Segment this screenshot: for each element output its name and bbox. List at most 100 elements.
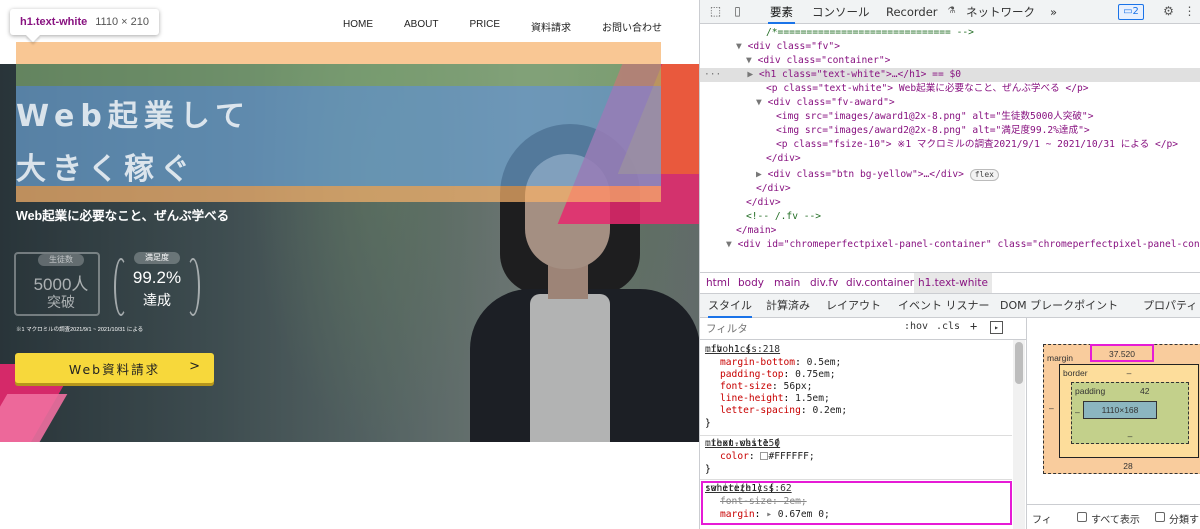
margin-label: margin [1047,353,1073,363]
crumb-main[interactable]: main [774,273,800,293]
rule-source-link[interactable]: mihon.css:218 [705,344,1008,356]
group-checkbox[interactable] [1155,512,1165,522]
dom-node-p[interactable]: <p class="text-white"> Web起業に必要なこと、ぜんぶ学べ… [766,82,1089,96]
gear-icon[interactable]: ⚙ [1161,4,1176,19]
tab-elements[interactable]: 要素 [768,0,795,24]
crumb-body[interactable]: body [738,273,764,293]
tab-styles[interactable]: スタイル [708,294,752,318]
styles-scrollbar[interactable] [1013,340,1025,529]
dom-tree[interactable]: /*============================== --> ▼ <… [700,24,1200,272]
hover-state-button[interactable]: :hov [904,321,928,332]
declaration[interactable]: color: #FFFFFF; [720,451,815,463]
declaration[interactable]: font-size: 56px; [720,381,812,393]
tab-layout[interactable]: レイアウト [826,294,881,318]
crumb-h1-text-white[interactable]: h1.text-white [914,273,992,293]
highlight-box-margin-top [1090,344,1154,362]
award-footnote: ※1 マクロミルの調査2021/9/1 ~ 2021/10/31 による [16,327,144,333]
nav-about-link[interactable]: ABOUT [404,19,438,34]
award-students: 生徒数 5000人 突破 [14,252,100,316]
messages-badge[interactable]: ▭2 [1118,4,1144,20]
dom-node-fsize[interactable]: <p class="fsize-10"> ※1 マクロミルの調査2021/9/1… [776,138,1178,152]
page-preview: HOME ABOUT PRICE 資料請求 お問い合わせ Web起業して 大きく… [0,0,699,529]
new-rule-button[interactable]: + [970,319,977,333]
show-all-checkbox[interactable] [1077,512,1087,522]
tab-recorder[interactable]: Recorder [886,0,938,24]
nav-price-link[interactable]: PRICE [469,19,500,34]
dom-node-btn[interactable]: ▶ <div class="btn bg-yellow">…</div> fle… [756,168,999,182]
award-caption: 突破 [47,294,75,310]
style-rule[interactable]: .fv h1 { mihon.css:218 margin-bottom: 0.… [700,340,1012,436]
style-rule[interactable]: .text-white { mihon.css:150 color: #FFFF… [700,436,1012,480]
dom-node-close-main[interactable]: </main> [736,224,776,238]
padding-label: padding [1075,386,1106,396]
hero-subtitle: Web起業に必要なこと、ぜんぶ学べる [16,209,230,223]
crumb-html[interactable]: html [706,273,730,293]
tab-event-listeners[interactable]: イベント リスナー [898,294,990,318]
highlight-padding [16,64,661,86]
box-model-pane: margin – 28 border – padding 42 – – 1110… [1026,318,1200,529]
declaration[interactable]: margin-bottom: 0.5em; [720,357,841,369]
computed-filter-row: フィ すべて表示 分類す [1027,504,1200,529]
nav-document-link[interactable]: 資料請求 [531,19,571,34]
rule-close-brace: } [705,464,711,475]
dom-node-h1-selected[interactable]: ··· ▶ <h1 class="text-white">…</h1> == $0 [700,68,1200,82]
dom-node-fv[interactable]: ▼ <div class="fv"> [736,40,840,54]
dom-node-img2[interactable]: <img src="images/award2@2x-8.png" alt="満… [776,124,1090,138]
flask-icon: ⚗ [947,6,956,16]
crumb-div-fv[interactable]: div.fv [810,273,838,293]
award-value: 99.2% [132,268,182,287]
inspect-element-icon[interactable]: ⬚ [708,4,723,19]
dom-node-img1[interactable]: <img src="images/award1@2x-8.png" alt="生… [776,110,1093,124]
award-caption: 達成 [143,292,171,308]
highlight-box-where-h1 [701,481,1012,525]
nav-home-link[interactable]: HOME [343,19,373,34]
tab-network[interactable]: ネットワーク [966,0,1035,24]
award-satisfaction: 満足度 99.2% 達成 [112,252,202,318]
more-options-icon[interactable]: ⋮ [1182,4,1197,19]
flex-badge[interactable]: flex [969,169,999,181]
tab-dom-breakpoints[interactable]: DOM ブレークポイント [1000,294,1118,318]
hero-title: Web起業して 大きく稼ぐ [16,90,251,196]
declaration[interactable]: letter-spacing: 0.2em; [720,405,847,417]
box-model-content[interactable]: 1110×168 [1083,401,1157,419]
margin-bottom-value: 28 [1123,461,1133,471]
rule-source-link[interactable]: mihon.css:150 [705,438,1008,450]
class-toggle-button[interactable]: .cls [936,321,960,332]
padding-top-value: 42 [1140,386,1150,396]
site-nav: HOME ABOUT PRICE 資料請求 お問い合わせ [312,19,662,34]
nav-contact-link[interactable]: お問い合わせ [602,19,662,34]
dom-node-container[interactable]: ▼ <div class="container"> [746,54,890,68]
styles-filter-input[interactable] [706,321,886,337]
hero-title-line-1: Web起業して [16,99,251,134]
tab-computed[interactable]: 計算済み [766,294,810,318]
cta-label: Web資料請求 [68,361,161,377]
highlight-margin-top [16,42,661,64]
declaration[interactable]: line-height: 1.5em; [720,393,830,405]
tab-properties[interactable]: プロパティ [1143,294,1197,318]
rule-close-brace: } [705,418,711,429]
more-tabs-button[interactable]: » [1050,0,1057,24]
toggle-sidebar-icon[interactable]: ▸ [990,321,1003,334]
declaration[interactable]: padding-top: 0.75em; [720,369,836,381]
web-document-request-button[interactable]: Web資料請求 > [15,353,214,383]
award-label: 満足度 [134,252,180,264]
dom-node-close-div[interactable]: </div> [766,152,801,166]
device-toolbar-icon[interactable]: ▯ [730,4,745,19]
show-all-label: すべて表示 [1091,515,1140,526]
computed-filter-input[interactable]: フィ [1032,511,1052,526]
dom-node-comment[interactable]: /*============================== --> [766,26,974,40]
award-label: 生徒数 [38,254,84,266]
hero-title-line-2: 大きく稼ぐ [16,152,196,187]
devtools-toolbar: ⬚ ▯ 要素 コンソール Recorder ⚗ ネットワーク » ▭2 ⚙ ⋮ [700,0,1200,24]
devtools-panel: ⬚ ▯ 要素 コンソール Recorder ⚗ ネットワーク » ▭2 ⚙ ⋮ … [699,0,1200,529]
group-label: 分類す [1169,515,1199,526]
dom-node-fv-award[interactable]: ▼ <div class="fv-award"> [756,96,895,110]
crumb-div-container[interactable]: div.container [846,273,914,293]
styles-subtabs: スタイル 計算済み レイアウト イベント リスナー DOM ブレークポイント プ… [700,294,1200,318]
dom-node-fv-comment[interactable]: <!-- /.fv --> [746,210,821,224]
dom-node-perfectpixel[interactable]: ▼ <div id="chromeperfectpixel-panel-cont… [726,238,1200,252]
dom-node-close-container[interactable]: </div> [756,182,791,196]
tab-console[interactable]: コンソール [812,0,870,24]
dom-node-close-fv[interactable]: </div> [746,196,781,210]
chevron-right-icon: > [189,359,202,374]
